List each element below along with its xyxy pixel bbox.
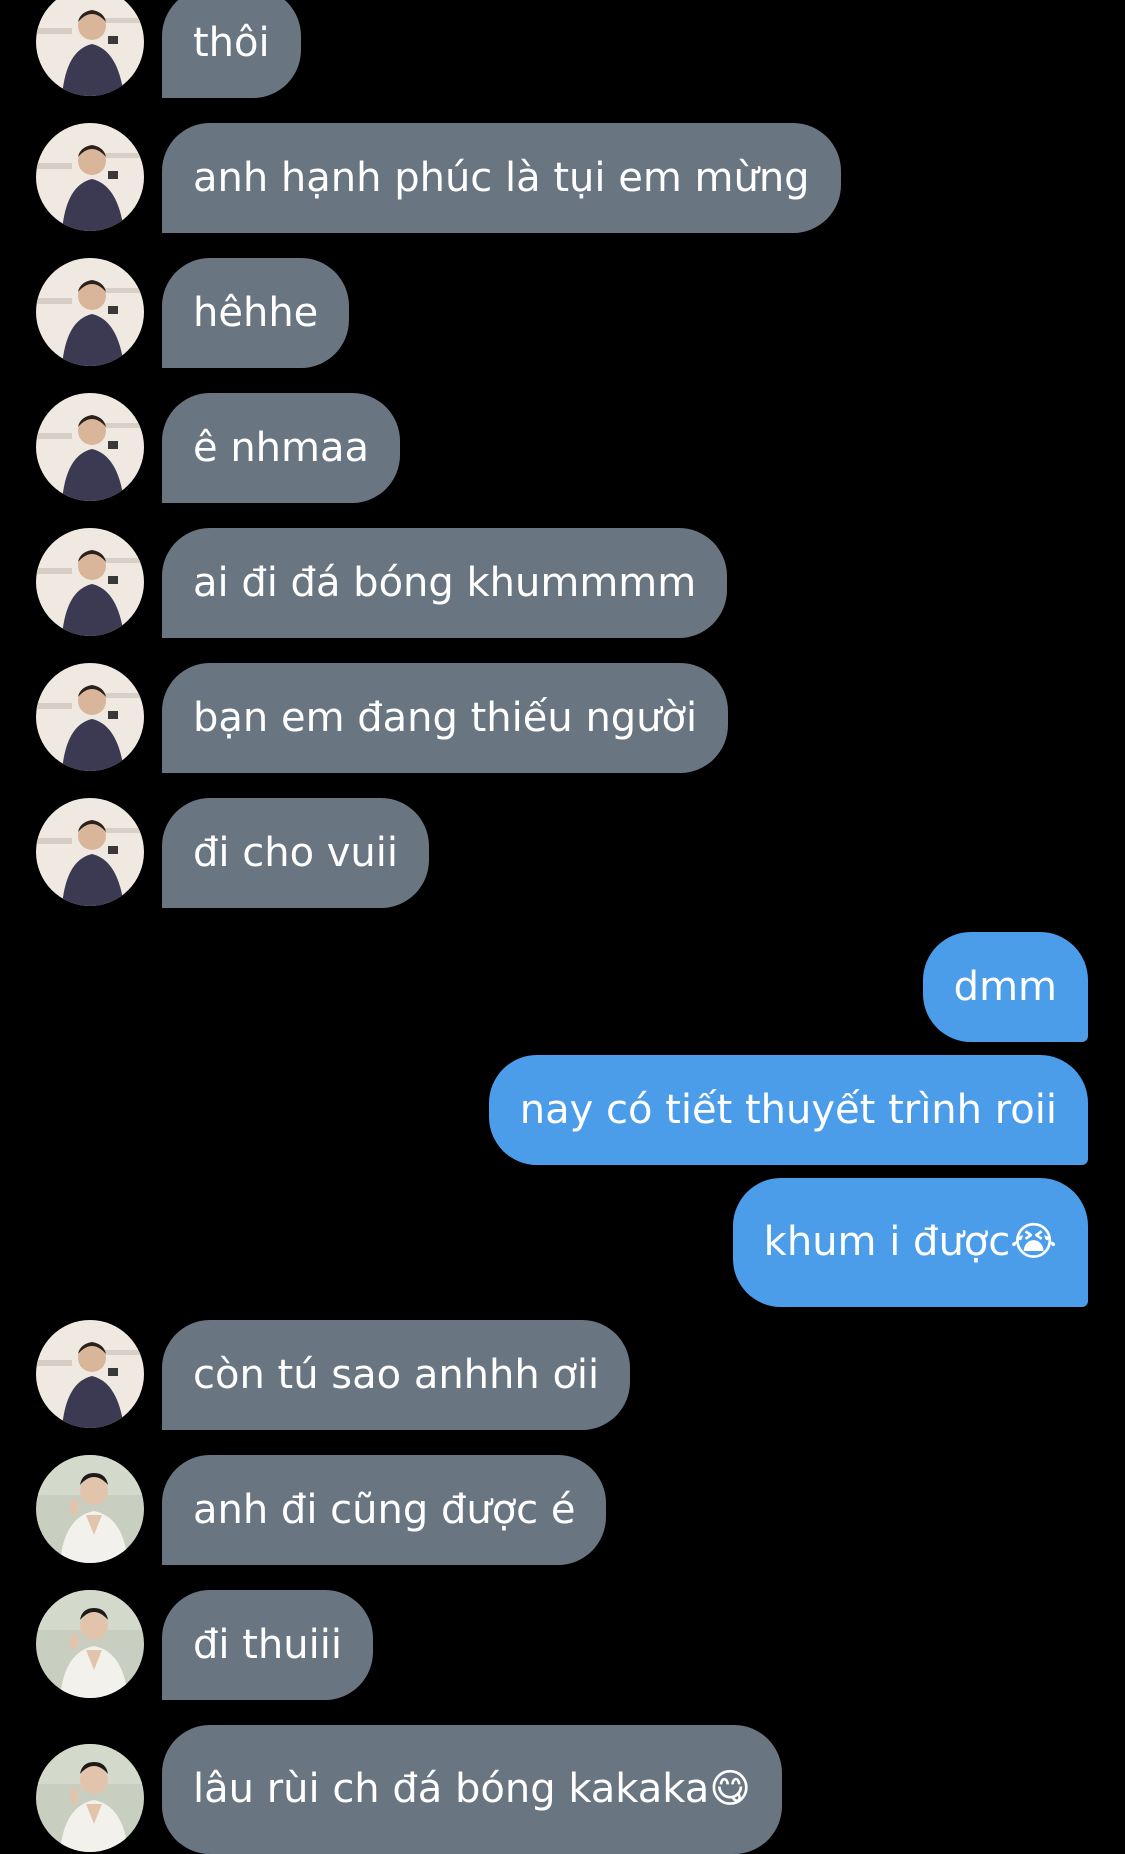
outgoing-message-bubble[interactable]: dmm <box>922 932 1088 1042</box>
person-a-photo-icon <box>36 798 144 906</box>
person-a-photo-icon <box>36 0 144 96</box>
incoming-message-bubble[interactable]: hêhhe <box>162 258 350 368</box>
person-b-photo-icon <box>36 1590 144 1698</box>
outgoing-message-bubble[interactable]: nay có tiết thuyết trình roii <box>488 1055 1088 1165</box>
incoming-message-bubble[interactable]: ê nhmaa <box>162 393 401 503</box>
person-a-photo-icon <box>36 663 144 771</box>
person-a-avatar[interactable] <box>36 528 144 636</box>
incoming-message-bubble[interactable]: còn tú sao anhhh ơii <box>162 1320 631 1430</box>
person-a-avatar[interactable] <box>36 0 144 96</box>
person-a-avatar[interactable] <box>36 663 144 771</box>
person-b-avatar[interactable] <box>36 1590 144 1698</box>
incoming-message-bubble[interactable]: anh hạnh phúc là tụi em mừng <box>162 123 841 233</box>
person-b-avatar[interactable] <box>36 1455 144 1563</box>
person-a-avatar[interactable] <box>36 1320 144 1428</box>
person-a-photo-icon <box>36 258 144 366</box>
incoming-message-bubble[interactable]: ai đi đá bóng khummmm <box>162 528 728 638</box>
person-a-avatar[interactable] <box>36 798 144 906</box>
incoming-message-bubble[interactable]: thôi <box>162 0 301 98</box>
outgoing-message-bubble[interactable]: khum i được😭 <box>732 1178 1088 1307</box>
person-b-photo-icon <box>36 1455 144 1563</box>
person-a-photo-icon <box>36 393 144 501</box>
person-a-avatar[interactable] <box>36 393 144 501</box>
incoming-message-bubble[interactable]: bạn em đang thiếu người <box>162 663 729 773</box>
incoming-message-bubble[interactable]: anh đi cũng được é <box>162 1455 607 1565</box>
person-a-photo-icon <box>36 123 144 231</box>
person-a-photo-icon <box>36 528 144 636</box>
person-b-photo-icon <box>36 1744 144 1852</box>
incoming-message-bubble[interactable]: đi cho vuii <box>162 798 429 908</box>
person-a-avatar[interactable] <box>36 123 144 231</box>
person-b-avatar[interactable] <box>36 1744 144 1852</box>
incoming-message-bubble[interactable]: lâu rùi ch đá bóng kakaka😋 <box>162 1725 782 1854</box>
person-a-photo-icon <box>36 1320 144 1428</box>
person-a-avatar[interactable] <box>36 258 144 366</box>
incoming-message-bubble[interactable]: đi thuiii <box>162 1590 373 1700</box>
